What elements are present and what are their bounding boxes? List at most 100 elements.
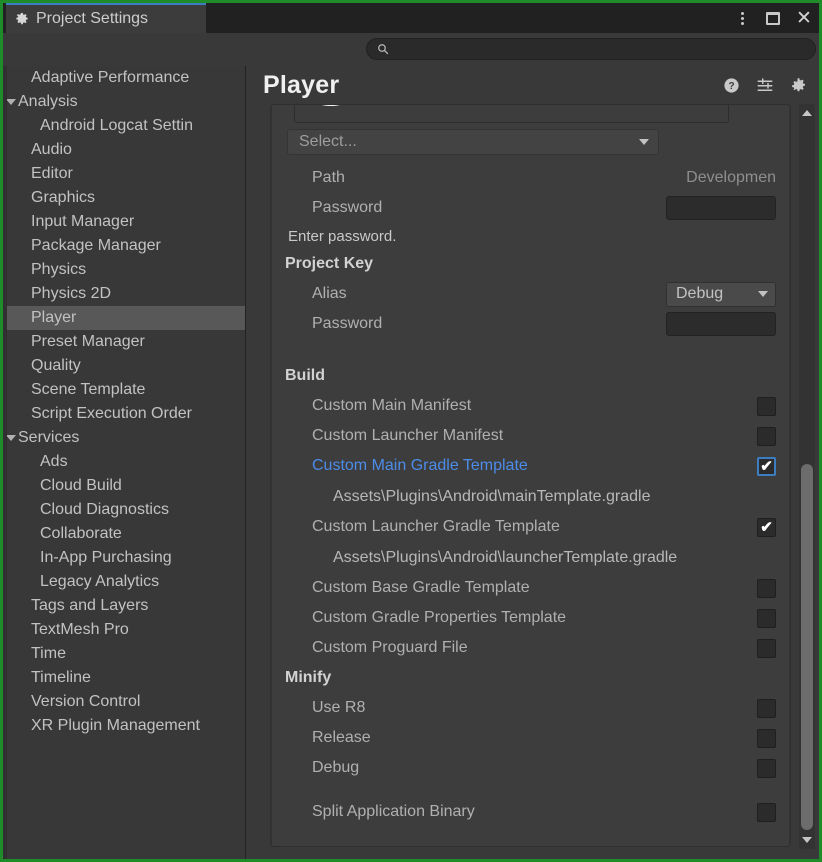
custom-base-gradle-template-checkbox[interactable]: ✔ (757, 579, 776, 598)
keystore-password-helper: Enter password. (285, 223, 776, 249)
minify-debug-checkbox[interactable]: ✔ (757, 759, 776, 778)
row-keystore-path[interactable]: Path Developmen (285, 163, 776, 193)
sidebar-item-time[interactable]: Time (3, 642, 245, 666)
sidebar-item-label: Scene Template (18, 381, 145, 399)
minify-use-r8-checkbox[interactable]: ✔ (757, 699, 776, 718)
sidebar-item-physics[interactable]: Physics (3, 258, 245, 282)
kebab-menu-icon[interactable] (733, 9, 751, 27)
row-custom-launcher-gradle-template[interactable]: Custom Launcher Gradle Template ✔ (285, 512, 776, 542)
sidebar-item-textmesh-pro[interactable]: TextMesh Pro (3, 618, 245, 642)
sidebar-item-physics-2d[interactable]: Physics 2D (3, 282, 245, 306)
minify-release-label: Release (312, 729, 371, 747)
sidebar-item-android-logcat-settin[interactable]: Android Logcat Settin (3, 114, 245, 138)
split-application-binary-checkbox[interactable]: ✔ (757, 803, 776, 822)
custom-launcher-gradle-template-label: Custom Launcher Gradle Template (312, 518, 560, 536)
custom-main-gradle-template-label[interactable]: Custom Main Gradle Template (312, 457, 528, 475)
row-custom-gradle-properties-template[interactable]: Custom Gradle Properties Template ✔ (285, 603, 776, 633)
tab-project-settings[interactable]: Project Settings (6, 3, 206, 33)
project-key-alias-dropdown[interactable]: Debug (666, 282, 776, 307)
sidebar-item-script-execution-order[interactable]: Script Execution Order (3, 402, 245, 426)
custom-main-gradle-template-checkbox[interactable]: ✔ (757, 457, 776, 476)
help-icon[interactable]: ? (723, 77, 740, 94)
sidebar-item-timeline[interactable]: Timeline (3, 666, 245, 690)
row-custom-proguard-file[interactable]: Custom Proguard File✔ (285, 633, 776, 663)
custom-gradle-properties-template-control: ✔ (757, 609, 776, 628)
row-project-key-password[interactable]: Password (285, 309, 776, 339)
custom-gradle-properties-template-label: Custom Gradle Properties Template (312, 609, 566, 627)
keystore-password-control[interactable] (666, 196, 776, 220)
row-custom-main-manifest[interactable]: Custom Main Manifest✔ (285, 391, 776, 421)
custom-launcher-gradle-template-checkbox[interactable]: ✔ (757, 518, 776, 537)
sidebar-item-services[interactable]: Services (3, 426, 245, 450)
sidebar-item-ads[interactable]: Ads (3, 450, 245, 474)
split-application-binary-control[interactable]: ✔ (757, 803, 776, 822)
custom-launcher-manifest-checkbox[interactable]: ✔ (757, 427, 776, 446)
header-icons: ? (723, 66, 807, 104)
select-dropdown[interactable]: Select... (287, 129, 659, 155)
custom-gradle-properties-template-checkbox[interactable]: ✔ (757, 609, 776, 628)
cursor-blob-icon (311, 104, 354, 109)
row-minify-use-r8[interactable]: Use R8✔ (285, 693, 776, 723)
preset-sliders-icon[interactable] (756, 76, 774, 94)
sidebar-item-in-app-purchasing[interactable]: In-App Purchasing (3, 546, 245, 570)
row-minify-debug[interactable]: Debug✔ (285, 753, 776, 783)
sidebar-item-xr-plugin-management[interactable]: XR Plugin Management (3, 714, 245, 738)
close-icon[interactable]: ✕ (795, 9, 813, 27)
sidebar-item-scene-template[interactable]: Scene Template (3, 378, 245, 402)
maximize-icon[interactable] (764, 9, 782, 27)
sidebar-item-audio[interactable]: Audio (3, 138, 245, 162)
clipped-text-field[interactable] (294, 104, 729, 123)
sidebar-item-tags-and-layers[interactable]: Tags and Layers (3, 594, 245, 618)
sidebar-item-version-control[interactable]: Version Control (3, 690, 245, 714)
keystore-path-value-wrap: Developmen (686, 169, 776, 187)
sidebar-item-package-manager[interactable]: Package Manager (3, 234, 245, 258)
custom-main-manifest-checkbox[interactable]: ✔ (757, 397, 776, 416)
row-minify-release[interactable]: Release ✔ (285, 723, 776, 753)
custom-proguard-file-checkbox[interactable]: ✔ (757, 639, 776, 658)
window-controls: ✕ (733, 3, 813, 33)
custom-main-gradle-template-control: ✔ (757, 457, 776, 476)
sidebar-item-cloud-diagnostics[interactable]: Cloud Diagnostics (3, 498, 245, 522)
sidebar-item-preset-manager[interactable]: Preset Manager (3, 330, 245, 354)
scroll-up-arrow-icon[interactable] (799, 106, 815, 120)
sidebar-item-analysis[interactable]: Analysis (3, 90, 245, 114)
search-input[interactable] (395, 42, 815, 56)
custom-launcher-gradle-template-control: ✔ (757, 518, 776, 537)
row-split-application-binary[interactable]: Split Application Binary ✔ (285, 797, 776, 827)
sidebar-item-graphics[interactable]: Graphics (3, 186, 245, 210)
project-key-password-input[interactable] (666, 312, 776, 336)
split-application-binary-label: Split Application Binary (312, 803, 475, 821)
sidebar-item-input-manager[interactable]: Input Manager (3, 210, 245, 234)
keystore-password-input[interactable] (666, 196, 776, 220)
sidebar-item-label: Collaborate (18, 525, 122, 543)
inspector-scrollbar[interactable] (799, 104, 815, 849)
row-custom-launcher-manifest[interactable]: Custom Launcher Manifest✔ (285, 421, 776, 451)
row-custom-main-gradle-template[interactable]: Custom Main Gradle Template ✔ (285, 451, 776, 481)
project-key-password-control[interactable] (666, 312, 776, 336)
keystore-path-label: Path (312, 169, 345, 187)
row-keystore-password[interactable]: Password (285, 193, 776, 223)
row-project-key-alias[interactable]: Alias Debug (285, 279, 776, 309)
search-box[interactable] (366, 38, 816, 60)
chevron-down-icon (639, 139, 649, 145)
sidebar-item-collaborate[interactable]: Collaborate (3, 522, 245, 546)
sidebar-item-quality[interactable]: Quality (3, 354, 245, 378)
sidebar-item-adaptive-performance[interactable]: Adaptive Performance (3, 66, 245, 90)
project-key-alias-control[interactable]: Debug (666, 282, 776, 307)
sidebar-scrollbar[interactable] (3, 66, 7, 859)
sidebar-item-editor[interactable]: Editor (3, 162, 245, 186)
minify-release-checkbox[interactable]: ✔ (757, 729, 776, 748)
scrollbar-thumb[interactable] (801, 464, 813, 830)
gear-icon[interactable] (790, 77, 807, 94)
row-custom-base-gradle-template[interactable]: Custom Base Gradle Template✔ (285, 573, 776, 603)
sidebar-item-legacy-analytics[interactable]: Legacy Analytics (3, 570, 245, 594)
sidebar-item-label: Physics (18, 261, 86, 279)
sidebar-item-player[interactable]: Player (3, 306, 245, 330)
sidebar-item-label: Quality (18, 357, 81, 375)
settings-sidebar[interactable]: Adaptive PerformanceAnalysisAndroid Logc… (3, 66, 246, 859)
chevron-down-icon (758, 291, 768, 297)
sidebar-item-cloud-build[interactable]: Cloud Build (3, 474, 245, 498)
scroll-down-arrow-icon[interactable] (799, 833, 815, 847)
project-key-alias-label: Alias (312, 285, 347, 303)
project-key-password-label: Password (312, 315, 382, 333)
